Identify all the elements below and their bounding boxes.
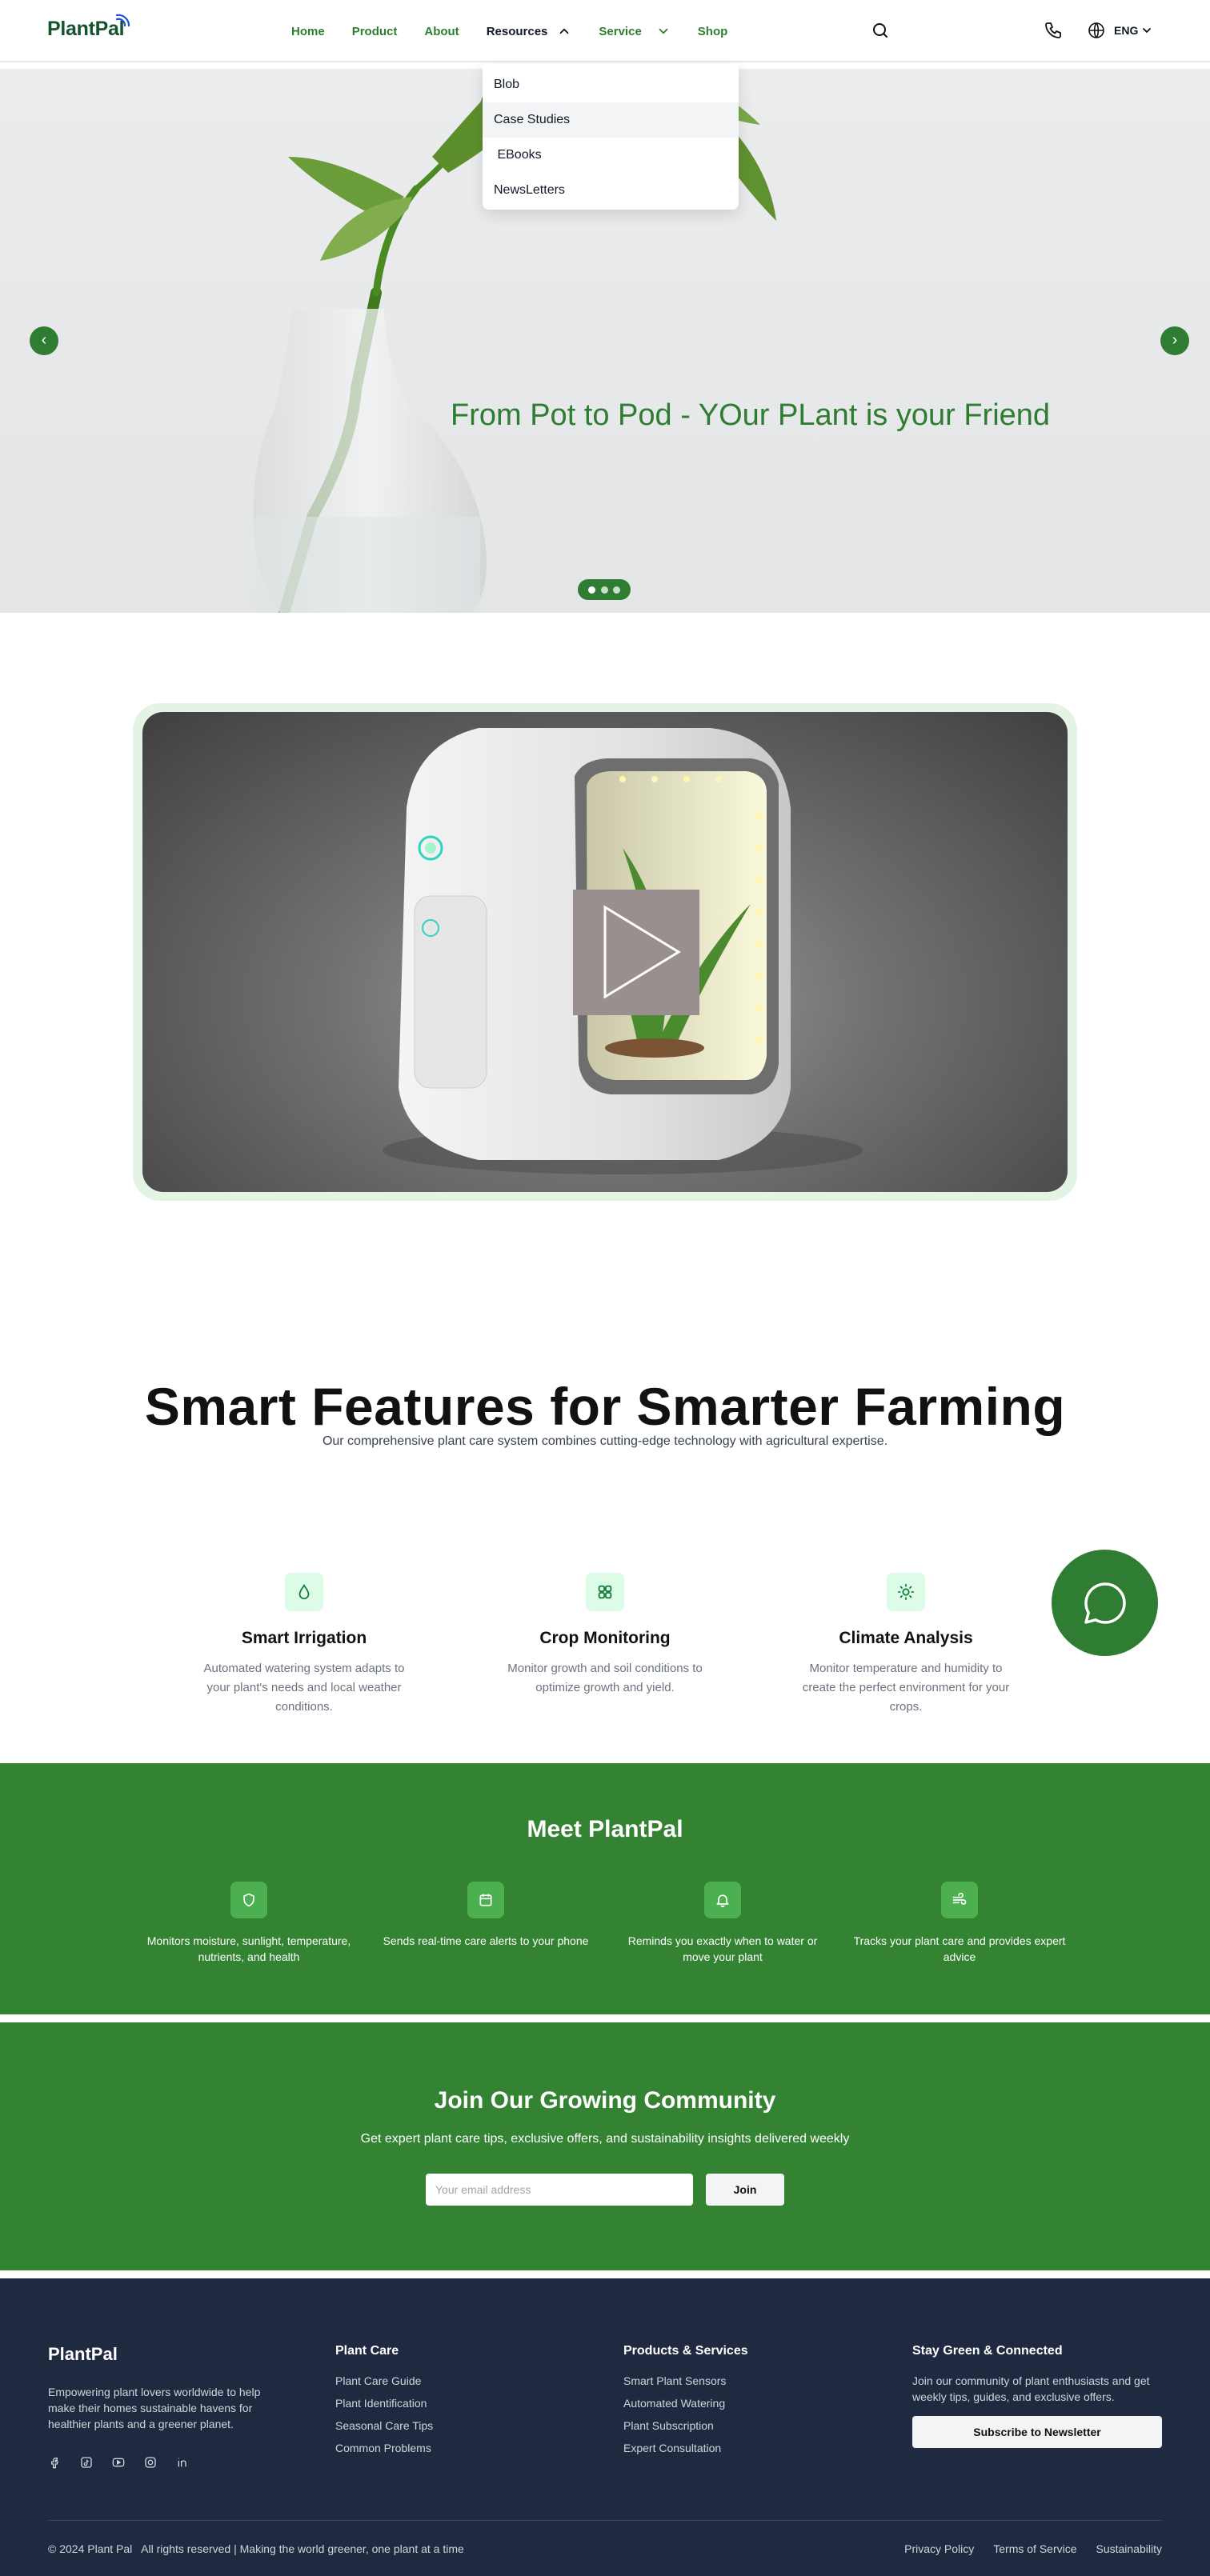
footer-link[interactable]: Automated Watering (623, 2395, 748, 2411)
footer-link[interactable]: Plant Identification (335, 2395, 433, 2411)
footer-link[interactable]: Plant Subscription (623, 2418, 748, 2434)
logo[interactable]: PlantPal (47, 18, 125, 41)
meet-section: Meet PlantPal Monitors moisture, sunligh… (0, 1763, 1210, 2014)
copyright: © 2024 Plant Pal All rights reserved | M… (48, 2542, 464, 2555)
resources-dropdown: Blob Case Studies EBooks NewsLetters (483, 64, 739, 210)
nav-resources[interactable]: Resources (487, 25, 548, 38)
footer-products: Products & Services Smart Plant Sensors … (623, 2344, 748, 2462)
subscribe-button[interactable]: Subscribe to Newsletter (912, 2416, 1162, 2448)
globe-icon (1088, 22, 1104, 38)
meet-item: Tracks your plant care and provides expe… (851, 1882, 1068, 1965)
calendar-icon (467, 1882, 504, 1918)
play-icon (603, 905, 681, 999)
nav-about[interactable]: About (424, 25, 459, 38)
top-navbar: PlantPal Home Product About Resources Se… (0, 0, 1210, 62)
legal-links: Privacy Policy Terms of Service Sustaina… (885, 2542, 1162, 2555)
join-button[interactable]: Join (706, 2174, 784, 2206)
footer-stay-text: Join our community of plant enthusiasts … (912, 2374, 1150, 2403)
feature-title: Smart Irrigation (241, 1629, 367, 1647)
chat-icon (1084, 1582, 1126, 1624)
meet-item: Monitors moisture, sunlight, temperature… (141, 1882, 357, 1965)
footer-logo[interactable]: PlantPal (48, 2344, 118, 2365)
tiktok-icon[interactable] (80, 2456, 93, 2469)
community-section: Join Our Growing Community Get expert pl… (0, 2022, 1210, 2270)
nav-home[interactable]: Home (291, 25, 325, 38)
footer-link[interactable]: Common Problems (335, 2440, 433, 2456)
meet-text: Sends real-time care alerts to your phon… (383, 1934, 589, 1947)
features-title: Smart Features for Smarter Farming (144, 1377, 1066, 1436)
sun-icon (887, 1573, 925, 1611)
footer-link[interactable]: Smart Plant Sensors (623, 2373, 748, 2389)
community-title: Join Our Growing Community (434, 2087, 776, 2114)
chevron-down-icon (1143, 28, 1152, 33)
hero-prev-button[interactable]: ‹ (30, 326, 58, 355)
feature-card: Climate Analysis Monitor temperature and… (794, 1573, 1018, 1717)
meet-text: Monitors moisture, sunlight, temperature… (146, 1934, 351, 1963)
chevron-up-icon[interactable] (557, 24, 571, 38)
meet-title: Meet PlantPal (527, 1816, 683, 1842)
meet-item: Sends real-time care alerts to your phon… (378, 1882, 594, 1949)
community-subtitle: Get expert plant care tips, exclusive of… (360, 2132, 850, 2146)
language-selector[interactable]: ENG (1087, 21, 1161, 40)
language-label: ENG (1114, 24, 1139, 37)
footer-col-title: Products & Services (623, 2344, 748, 2358)
shield-icon (230, 1882, 267, 1918)
facebook-icon[interactable] (48, 2456, 61, 2469)
hero-next-button[interactable]: › (1160, 326, 1189, 355)
feature-text: Monitor temperature and humidity to crea… (802, 1662, 1010, 1714)
slider-dots (578, 579, 631, 600)
logo-wave-icon (115, 14, 130, 27)
feature-title: Crop Monitoring (539, 1629, 671, 1647)
meet-item: Reminds you exactly when to water or mov… (615, 1882, 831, 1965)
dropdown-item-newsletters[interactable]: NewsLetters (483, 173, 739, 208)
phone-icon[interactable] (1044, 21, 1063, 40)
nav-service[interactable]: Service (599, 25, 641, 38)
product-video[interactable] (142, 712, 1068, 1192)
nav-shop[interactable]: Shop (698, 25, 728, 38)
footer-col-title: Plant Care (335, 2344, 399, 2358)
terms-link[interactable]: Terms of Service (993, 2542, 1076, 2555)
instagram-icon[interactable] (144, 2456, 157, 2469)
play-button[interactable] (573, 890, 699, 1015)
sustainability-link[interactable]: Sustainability (1096, 2542, 1163, 2555)
footer-link[interactable]: Plant Care Guide (335, 2373, 433, 2389)
wind-icon (941, 1882, 978, 1918)
footer-link[interactable]: Seasonal Care Tips (335, 2418, 433, 2434)
youtube-icon[interactable] (112, 2456, 125, 2469)
hero-title: From Pot to Pod - YOur PLant is your Fri… (451, 398, 1051, 432)
feature-text: Monitor growth and soil conditions to op… (507, 1662, 703, 1694)
feature-card: Smart Irrigation Automated watering syst… (192, 1573, 416, 1717)
footer-divider (48, 2520, 1162, 2521)
droplet-icon (285, 1573, 323, 1611)
bell-icon (704, 1882, 741, 1918)
footer-col-title: Stay Green & Connected (912, 2344, 1063, 2358)
footer-description: Empowering plant lovers worldwide to hel… (48, 2386, 261, 2430)
dropdown-item-case-studies[interactable]: Case Studies (483, 102, 739, 138)
social-links (48, 2456, 208, 2469)
footer-stay-connected: Stay Green & Connected Join our communit… (912, 2344, 1162, 2448)
slider-dot[interactable] (587, 586, 595, 594)
grid-icon (586, 1573, 624, 1611)
chat-button[interactable] (1052, 1550, 1158, 1656)
main-nav: Home Product About Resources Service Sho… (291, 24, 755, 38)
meet-text: Tracks your plant care and provides expe… (853, 1934, 1066, 1963)
feature-title: Climate Analysis (839, 1629, 973, 1647)
privacy-policy-link[interactable]: Privacy Policy (904, 2542, 974, 2555)
nav-product[interactable]: Product (352, 25, 398, 38)
dropdown-item-ebooks[interactable]: EBooks (483, 138, 739, 173)
slider-dot[interactable] (600, 586, 608, 594)
search-icon[interactable] (871, 21, 890, 40)
footer-link[interactable]: Expert Consultation (623, 2440, 748, 2456)
slider-dot[interactable] (613, 586, 621, 594)
feature-text: Automated watering system adapts to your… (203, 1662, 405, 1714)
features-subtitle: Our comprehensive plant care system comb… (322, 1434, 888, 1448)
chevron-down-icon[interactable] (656, 24, 671, 38)
meet-text: Reminds you exactly when to water or mov… (627, 1934, 818, 1963)
dropdown-item-blob[interactable]: Blob (483, 67, 739, 102)
email-input[interactable] (426, 2174, 693, 2206)
footer: PlantPal Empowering plant lovers worldwi… (0, 2278, 1210, 2576)
footer-plant-care: Plant Care Plant Care Guide Plant Identi… (335, 2344, 433, 2462)
feature-card: Crop Monitoring Monitor growth and soil … (493, 1573, 717, 1698)
linkedin-icon[interactable] (176, 2456, 189, 2469)
